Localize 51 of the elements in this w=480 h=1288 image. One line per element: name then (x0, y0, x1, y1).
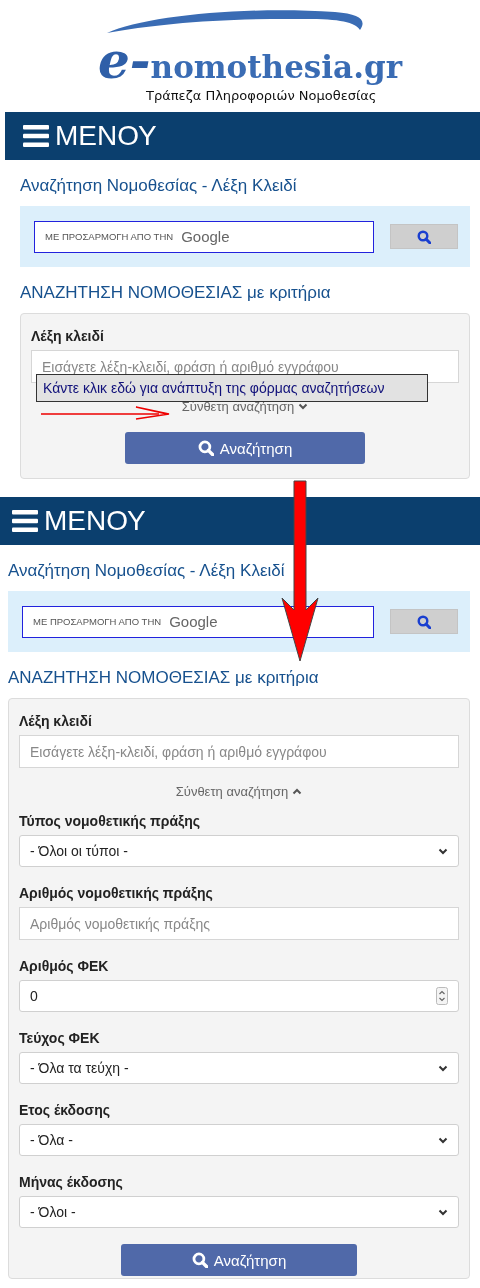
field-label: Αριθμός ΦΕΚ (19, 957, 110, 976)
section-title: Αναζήτηση Νομοθεσίας - Λέξη Κλειδί (8, 560, 286, 582)
field-label: Αριθμός νομοθετικής πράξης (19, 884, 214, 903)
dropdown[interactable]: - Όλοι οι τύποι - (19, 835, 459, 867)
menu-icon (12, 510, 38, 532)
search-icon (417, 229, 431, 244)
search-icon (417, 614, 431, 629)
arrow-icon (41, 404, 171, 420)
logo-prefix: e- (98, 35, 151, 86)
tooltip: Κάντε κλικ εδώ για ανάπτυξη της φόρμας αναζητήσεων (36, 374, 428, 402)
search-field-label: ΜΕ ΠΡΟΣΑΡΜΟΓΗ ΑΠΟ ΤΗΝ (33, 616, 162, 627)
search-field[interactable]: ΜΕ ΠΡΟΣΑΡΜΟΓΗ ΑΠΟ ΤΗΝ Google (22, 605, 374, 638)
chevron-icon (298, 402, 309, 411)
field-label: Τεύχος ΦΕΚ (19, 1029, 101, 1048)
spinner-icon (436, 987, 448, 1005)
chevron-icon (438, 1063, 448, 1073)
section-title: ΑΝΑΖΗΤΗΣΗ ΝΟΜΟΘΕΣΙΑΣ με κριτήρια (20, 282, 332, 304)
chevron-icon (438, 1135, 448, 1145)
field-label: Λέξη κλειδί (19, 712, 93, 731)
menu-icon (23, 125, 49, 147)
chevron-icon (292, 787, 303, 796)
search-button[interactable] (390, 609, 458, 634)
section-title: ΑΝΑΖΗΤΗΣΗ ΝΟΜΟΘΕΣΙΑΣ με κριτήρια (8, 667, 320, 689)
field-label: Ετος έκδοσης (19, 1101, 112, 1120)
search-icon (191, 1252, 208, 1268)
dropdown[interactable]: - Όλοι - (19, 1196, 459, 1228)
search-button[interactable]: Αναζήτηση (121, 1244, 357, 1276)
google-label: Google (169, 613, 218, 630)
menu-bar[interactable]: ΜΕΝΟΥ (5, 112, 480, 160)
swoosh-icon (105, 7, 365, 34)
field-label: Μήνας έκδοσης (19, 1173, 124, 1192)
logo-name: nomothesia.gr (150, 51, 402, 83)
number-field[interactable]: 0 (19, 980, 459, 1012)
google-label: Google (181, 228, 230, 245)
search-button[interactable]: Αναζήτηση (125, 432, 365, 464)
search-field[interactable]: ΜΕ ΠΡΟΣΑΡΜΟΓΗ ΑΠΟ ΤΗΝ Google (34, 220, 374, 253)
search-field-label: ΜΕ ΠΡΟΣΑΡΜΟΓΗ ΑΠΟ ΤΗΝ (45, 231, 174, 242)
keyword-field[interactable]: Εισάγετε λέξη-κλειδί, φράση ή αριθμό εγγράφου (19, 735, 459, 768)
logo-tagline: Τράπεζα Πληροφοριών Νομοθεσίας (146, 87, 378, 103)
search-icon (197, 440, 214, 456)
chevron-icon (438, 846, 448, 856)
menu-bar[interactable]: ΜΕΝΟΥ (0, 497, 480, 545)
field-label: Τύπος νομοθετικής πράξης (19, 812, 202, 831)
section-title: Αναζήτηση Νομοθεσίας - Λέξη Κλειδί (20, 175, 298, 197)
advanced-search-link[interactable]: Σύνθετη αναζήτηση (175, 774, 303, 809)
chevron-icon (438, 1207, 448, 1217)
field-label: Λέξη κλειδί (31, 327, 105, 346)
search-button[interactable] (390, 224, 458, 249)
dropdown[interactable]: - Όλα - (19, 1124, 459, 1156)
dropdown[interactable]: - Όλα τα τεύχη - (19, 1052, 459, 1084)
input-field[interactable]: Αριθμός νομοθετικής πράξης (19, 907, 459, 940)
